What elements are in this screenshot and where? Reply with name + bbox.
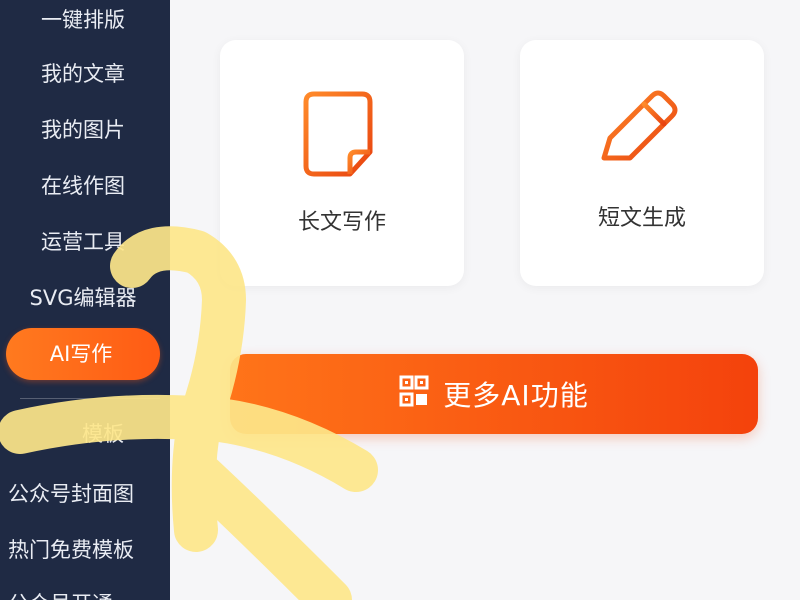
sidebar-item-account-opening[interactable]: 公众号开通: [0, 584, 170, 600]
short-writing-card[interactable]: 短文生成: [520, 40, 764, 286]
more-ai-features-button[interactable]: 更多AI功能: [230, 354, 758, 434]
sidebar: 一键排版 我的文章 我的图片 在线作图 运营工具 SVG编辑器 AI写作 模板 …: [0, 0, 170, 600]
page: 一键排版 我的文章 我的图片 在线作图 运营工具 SVG编辑器 AI写作 模板 …: [0, 0, 800, 600]
sidebar-item-online-design[interactable]: 在线作图: [0, 166, 170, 206]
document-icon: [302, 88, 382, 184]
sidebar-item-ai-writing[interactable]: AI写作: [6, 328, 160, 380]
sidebar-item-my-articles[interactable]: 我的文章: [0, 54, 170, 94]
short-writing-label: 短文生成: [597, 206, 686, 231]
sidebar-divider: [20, 398, 160, 399]
sidebar-item-free-templates[interactable]: 热门免费模板: [0, 530, 170, 570]
sidebar-item-one-click-layout[interactable]: 一键排版: [0, 0, 170, 40]
sidebar-item-templates[interactable]: 模板: [0, 414, 170, 454]
pencil-icon: [596, 88, 688, 176]
main-content: 长文写作 短文生成 更多AI功能: [170, 0, 800, 600]
grid-icon: [399, 375, 429, 413]
long-writing-label: 长文写作: [297, 210, 386, 235]
sidebar-item-operation-tools[interactable]: 运营工具: [0, 222, 170, 262]
sidebar-item-cover-image[interactable]: 公众号封面图: [0, 474, 170, 514]
sidebar-item-svg-editor[interactable]: SVG编辑器: [0, 278, 170, 318]
more-ai-features-label: 更多AI功能: [443, 379, 589, 412]
long-writing-card[interactable]: 长文写作: [220, 40, 464, 286]
sidebar-item-my-images[interactable]: 我的图片: [0, 110, 170, 150]
